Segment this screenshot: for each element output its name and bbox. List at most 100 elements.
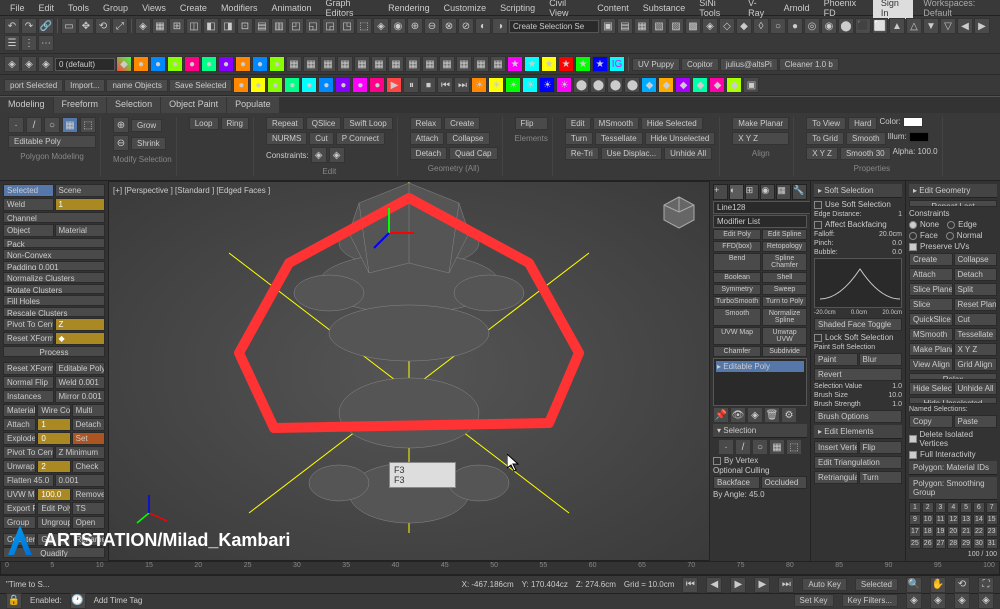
tab-selection[interactable]: Selection: [107, 97, 161, 113]
grow-icon[interactable]: ⊕: [113, 117, 129, 133]
display-tab-icon[interactable]: ▦: [776, 184, 791, 200]
brushsize-value[interactable]: 10.0: [888, 392, 902, 399]
tool-icon[interactable]: ⏸: [403, 77, 419, 93]
relax-button[interactable]: Relax: [410, 117, 442, 130]
tool-icon[interactable]: ⏭: [454, 77, 470, 93]
next-key-icon[interactable]: ⏭: [778, 577, 794, 593]
keyfilters-button[interactable]: Key Filters...: [842, 594, 898, 607]
hidesel-button[interactable]: Hide Selected: [909, 382, 953, 395]
sg-button[interactable]: 29: [960, 538, 972, 549]
brushstr-value[interactable]: 1.0: [892, 401, 902, 408]
mod-button[interactable]: Symmetry: [713, 284, 761, 295]
shrink-icon[interactable]: ⊖: [113, 135, 129, 151]
uvpuppy-button[interactable]: UV Puppy: [632, 58, 680, 71]
falloff-curve[interactable]: [814, 258, 902, 308]
modifier-stack[interactable]: ▸ Editable Poly: [713, 358, 807, 406]
mod-button[interactable]: Shell: [762, 272, 807, 283]
xyz-button[interactable]: X Y Z: [732, 132, 789, 145]
tool-icon[interactable]: ★: [575, 56, 591, 72]
tool-icon[interactable]: ○: [770, 18, 786, 34]
tool-icon[interactable]: ◧: [203, 18, 219, 34]
sg-button[interactable]: 3: [935, 502, 947, 513]
collapse-button[interactable]: Collapse: [954, 253, 998, 266]
bubble-value[interactable]: 0.0: [892, 249, 902, 256]
weld-button[interactable]: Weld: [3, 198, 54, 211]
uvwmap-button[interactable]: UVW Map: [3, 488, 36, 501]
material-button[interactable]: Material: [55, 224, 106, 237]
create-button[interactable]: Create: [444, 117, 480, 130]
paint-button[interactable]: Paint: [814, 353, 858, 366]
tool-icon[interactable]: ▲: [889, 18, 905, 34]
tool-icon[interactable]: ⊞: [169, 18, 185, 34]
attach-button[interactable]: Attach: [909, 268, 953, 281]
tessellate-button[interactable]: Tessellate: [595, 132, 643, 145]
flatten-button[interactable]: Flatten 45.0: [3, 474, 54, 487]
autokey-button[interactable]: Auto Key: [802, 578, 846, 591]
pivot-button[interactable]: Pivot To Center: [3, 446, 54, 459]
sg-button[interactable]: 30: [973, 538, 985, 549]
mod-button[interactable]: Boolean: [713, 272, 761, 283]
zoom-icon[interactable]: 🔍: [906, 577, 922, 593]
move-icon[interactable]: ✥: [78, 18, 94, 34]
rotate-icon[interactable]: ⟲: [95, 18, 111, 34]
modifier-list-dropdown[interactable]: Modifier List: [713, 215, 807, 228]
mirror-button[interactable]: Mirror 0.001: [55, 390, 106, 403]
attach-button[interactable]: Attach: [410, 132, 445, 145]
tool-icon[interactable]: ●: [267, 77, 283, 93]
tool-icon[interactable]: ⊗: [441, 18, 457, 34]
vertex-subobj-icon[interactable]: ·: [718, 439, 734, 455]
tool-icon[interactable]: ●: [787, 18, 803, 34]
unhide-button[interactable]: Unhide All: [664, 147, 712, 160]
tool-icon[interactable]: ⬜: [872, 18, 888, 34]
blur-button[interactable]: Blur: [859, 353, 903, 366]
polysmooth-header[interactable]: Polygon: Smoothing Group: [909, 477, 997, 500]
tool-icon[interactable]: ▦: [388, 56, 404, 72]
sg-button[interactable]: 9: [909, 514, 921, 525]
tool-icon[interactable]: ◆: [692, 77, 708, 93]
tool-icon[interactable]: ▼: [923, 18, 939, 34]
z-coord[interactable]: Z: 274.6cm: [576, 580, 616, 589]
editablepoly-button[interactable]: Editable Poly: [55, 362, 106, 375]
border-subobj-icon[interactable]: ○: [752, 439, 768, 455]
tool-icon[interactable]: ◈: [702, 18, 718, 34]
mod-button[interactable]: Smooth: [713, 308, 761, 326]
orbit-icon[interactable]: ⟲: [954, 577, 970, 593]
tool-icon[interactable]: ▦: [320, 56, 336, 72]
sg-button[interactable]: 15: [986, 514, 998, 525]
remove-button[interactable]: Remove: [72, 488, 105, 501]
multi-button[interactable]: Multi: [72, 404, 105, 417]
tool-icon[interactable]: ●: [235, 56, 251, 72]
stack-item-editablepoly[interactable]: ▸ Editable Poly: [716, 361, 804, 372]
constraint-icon[interactable]: ◈: [311, 147, 327, 163]
usedispl-button[interactable]: Use Displac...: [601, 147, 662, 160]
tool-icon[interactable]: ▦: [371, 56, 387, 72]
tab-modeling[interactable]: Modeling: [0, 97, 54, 113]
scene-button[interactable]: Scene: [55, 184, 106, 197]
modify-tab-icon[interactable]: ◐: [729, 184, 744, 200]
padding-button[interactable]: Padding 0.001: [3, 261, 105, 272]
tool-icon[interactable]: ●: [150, 56, 166, 72]
menu-civilview[interactable]: Civil View: [543, 0, 589, 20]
tool-icon[interactable]: ◆: [116, 56, 132, 72]
tool-icon[interactable]: ◈: [21, 56, 37, 72]
menu-edit[interactable]: Edit: [33, 1, 61, 15]
menu-customize[interactable]: Customize: [438, 1, 493, 15]
ring-button[interactable]: Ring: [221, 117, 249, 130]
utilities-tab-icon[interactable]: 🔧: [792, 184, 807, 200]
maximize-icon[interactable]: ⛶: [978, 577, 994, 593]
tool-icon[interactable]: ◐: [475, 18, 491, 34]
tool-icon[interactable]: ●: [201, 56, 217, 72]
resetxform-button[interactable]: Reset XForm: [3, 362, 54, 375]
mod-button[interactable]: Normalize Spline: [762, 308, 807, 326]
fill-button[interactable]: Fill Holes: [3, 295, 105, 306]
mod-button[interactable]: Turn to Poly: [762, 296, 807, 307]
normalize-button[interactable]: Normalize Clusters: [3, 272, 105, 283]
border-icon[interactable]: ○: [44, 117, 60, 133]
hundred-button[interactable]: 100.0: [37, 488, 70, 501]
exportfbx-button[interactable]: Export FBX: [3, 502, 36, 515]
tool-icon[interactable]: ⬚: [356, 18, 372, 34]
qslice-button[interactable]: QSlice: [306, 117, 342, 130]
mod-button[interactable]: Subdivide: [762, 346, 807, 357]
tool-icon[interactable]: ▣: [600, 18, 616, 34]
full-inter-checkbox[interactable]: Full Interactivity: [909, 450, 997, 459]
